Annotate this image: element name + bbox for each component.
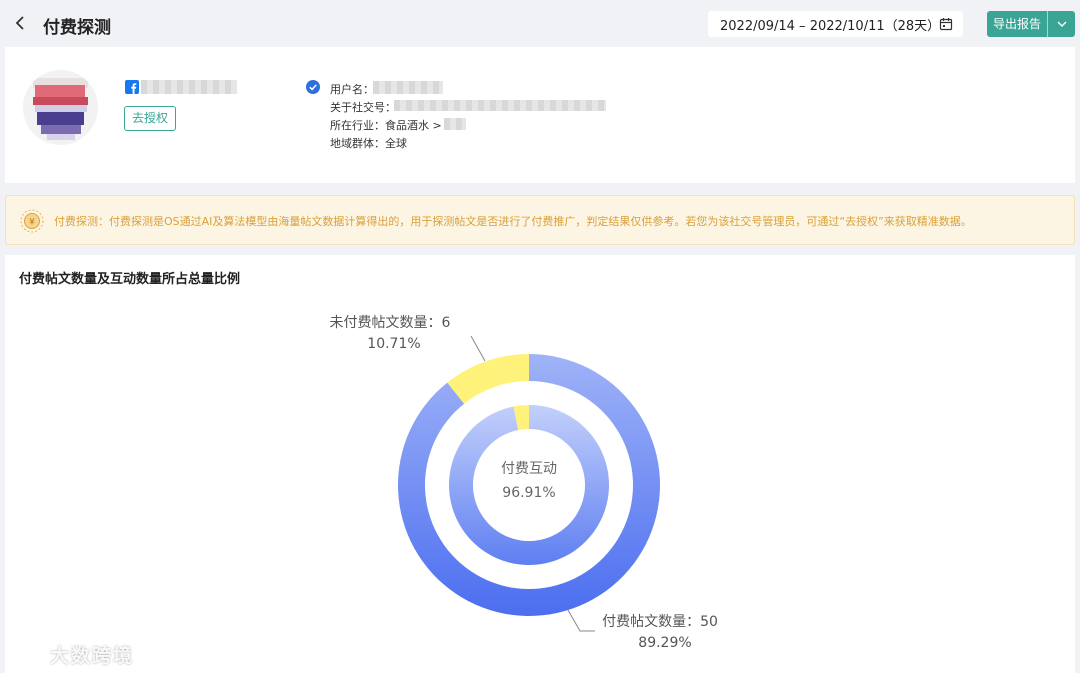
export-report-label: 导出报告 [987,11,1048,37]
facebook-icon [125,80,139,94]
about-redacted [394,100,606,111]
industry-row: 所在行业：食品酒水 > [330,117,442,133]
paid-slice-label: 付费帖文数量：50 [602,614,718,630]
export-dropdown-toggle[interactable] [1048,11,1075,37]
watermark-text: 大数跨境 [50,645,135,667]
about-row: 关于社交号： [330,99,396,115]
coin-icon: ¥ [20,209,44,233]
watermark-logo-icon [12,646,47,663]
inner-center-label: 付费互动 [501,461,557,477]
page-title: 付费探测 [43,18,111,38]
region-row: 地域群体：全球 [330,135,407,151]
account-name-redacted [141,80,237,94]
export-report-button[interactable]: 导出报告 [987,11,1075,37]
username-label: 用户名： [330,83,374,96]
authorize-button[interactable]: 去授权 [124,106,176,131]
unpaid-leader-line [470,335,486,362]
industry-sub-redacted [444,118,466,130]
profile-card: 去授权 用户名： 关于社交号： 所在行业：食品酒水 > 地域群体：全球 [5,47,1075,183]
chevron-down-icon [1057,21,1066,27]
date-range-picker[interactable]: 2022/09/14 – 2022/10/11（28天） [708,11,963,37]
industry-value: 食品酒水 > [385,119,442,132]
avatar-image [23,70,98,145]
verified-icon [306,80,320,94]
region-label: 地域群体： [330,137,385,150]
date-range-text: 2022/09/14 – 2022/10/11（28天） [720,18,941,34]
about-label: 关于社交号： [330,101,396,114]
unpaid-slice-label: 未付费帖文数量：6 [330,315,451,331]
avatar [23,70,98,145]
svg-text:¥: ¥ [29,218,35,228]
calendar-icon [939,18,953,31]
paid-slice-percent: 89.29% [638,635,691,651]
unpaid-slice-percent: 10.71% [367,336,420,352]
top-bar: 付费探测 2022/09/14 – 2022/10/11（28天） 导出报告 [0,0,1080,46]
notice-text: 付费探测：付费探测是OS通过AI及算法模型由海量帖文数据计算得出的，用于探测帖文… [54,215,972,228]
outer-slice-unpaid[interactable] [447,354,529,404]
watermark: 大数跨境 [10,641,134,668]
chart-card: 付费帖文数量及互动数量所占总量比例 付费互动 96.91% 未付费帖文数量：6 10.… [5,255,1075,673]
notice-banner: ¥ 付费探测：付费探测是OS通过AI及算法模型由海量帖文数据计算得出的，用于探测… [5,195,1075,245]
paid-ratio-chart: 付费互动 96.91% 未付费帖文数量：6 10.71% 付费帖文数量：50 89.29% [330,315,718,651]
username-redacted [373,81,443,94]
username-row: 用户名： [330,81,374,97]
region-value: 全球 [385,137,407,150]
paid-leader-line [567,609,595,632]
inner-center-value: 96.91% [502,485,555,501]
back-arrow-icon[interactable] [12,14,30,32]
industry-label: 所在行业： [330,119,385,132]
